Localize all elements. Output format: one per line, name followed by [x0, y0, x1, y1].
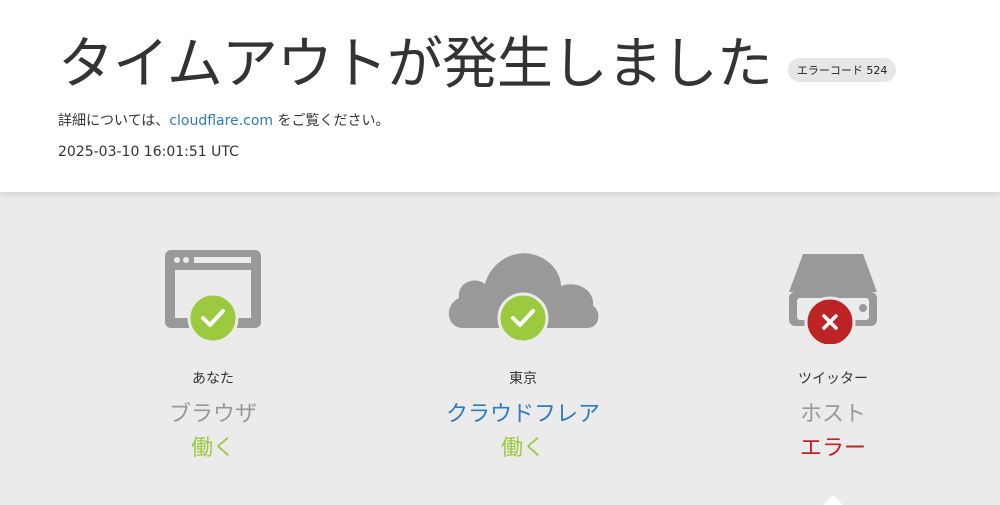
node-cloudflare: 東京 クラウドフレア 働く — [403, 240, 643, 462]
node-host: ツイッター ホスト エラー — [713, 240, 953, 462]
location-label: ツイッター — [798, 371, 868, 387]
status-label: 働く — [500, 436, 545, 461]
error-pointer — [823, 495, 843, 505]
status-label: 働く — [190, 436, 235, 461]
detail-suffix: をご覧ください。 — [273, 113, 390, 129]
detail-prefix: 詳細については、 — [58, 113, 170, 129]
title-row: タイムアウトが発生しました エラーコード 524 — [58, 30, 897, 100]
status-label: エラー — [799, 436, 866, 461]
timestamp: 2025-03-10 16:01:51 UTC — [58, 144, 239, 160]
host-error-icon — [804, 296, 856, 344]
cloudflare-link[interactable]: cloudflare.com — [169, 113, 273, 129]
header: タイムアウトが発生しました エラーコード 524 詳細については、cloudfl… — [0, 0, 1000, 192]
browser-check-icon — [187, 292, 239, 344]
cloud-icon — [448, 253, 599, 344]
cloud-icon-wrap — [403, 240, 643, 344]
server-icon — [789, 254, 877, 344]
node-browser: あなた ブラウザ 働く — [93, 240, 333, 462]
detail-text: 詳細については、cloudflare.com をご覧ください。 — [58, 110, 390, 130]
location-label: あなた — [192, 371, 234, 387]
cloud-check-icon — [497, 292, 549, 344]
error-code-badge: エラーコード 524 — [787, 58, 897, 82]
location-label: 東京 — [509, 371, 537, 387]
service-link[interactable]: クラウドフレア — [403, 396, 643, 428]
page-title: タイムアウトが発生しました — [58, 32, 773, 97]
browser-icon — [165, 250, 261, 344]
service-label: ブラウザ — [168, 402, 257, 427]
browser-icon-wrap — [93, 240, 333, 344]
server-icon-wrap — [713, 240, 953, 344]
service-label: ホスト — [799, 402, 866, 427]
